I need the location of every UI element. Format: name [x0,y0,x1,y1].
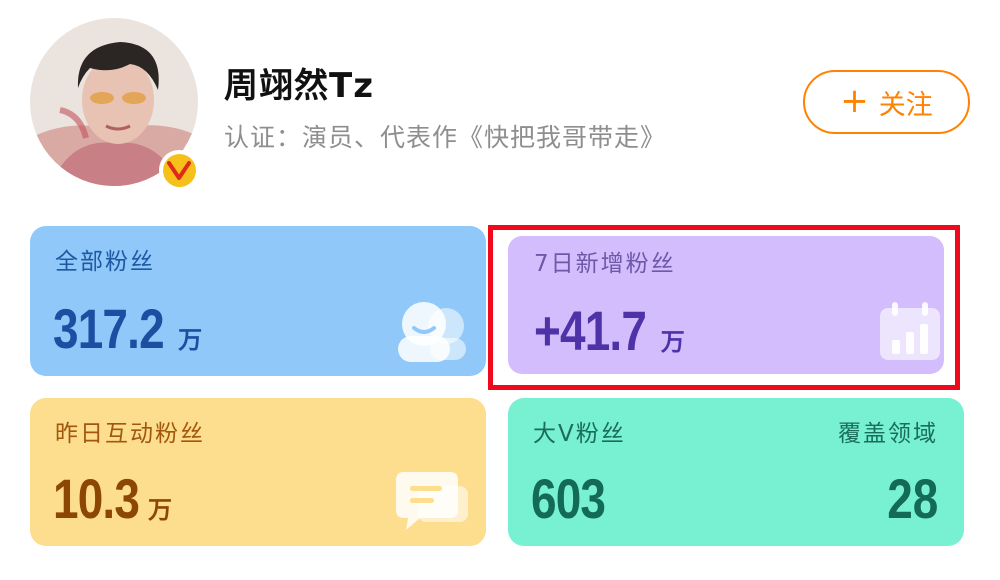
follow-button[interactable]: + 关注 [803,70,970,134]
verified-v-icon [162,153,196,187]
all-fans-unit: 万 [178,327,203,354]
coverage-label: 覆盖领域 [838,421,938,447]
highlight-frame [488,225,960,390]
verified-badge [159,150,199,190]
big-v-fans-label: 大V粉丝 [533,421,626,447]
yesterday-interactive-fans-card[interactable]: 昨日互动粉丝 10.3 万 [30,398,486,546]
fan-analytics-page: 周翊然Tz 认证：演员、代表作《快把我哥带走》 + 关注 全部粉丝 317.2 万… [0,0,1000,580]
follow-button-label: 关注 [878,89,933,121]
big-v-fans-card[interactable]: 大V粉丝 603 覆盖领域 28 [508,398,964,546]
yesterday-interactive-fans-label: 昨日互动粉丝 [55,421,205,447]
fans-group-icon [394,300,468,368]
profile-name: 周翊然Tz [224,66,374,106]
all-fans-value: 317.2 万 [53,296,202,361]
big-v-fans-number: 603 [531,467,606,530]
yesterday-interactive-fans-number: 10.3 [53,467,140,530]
yesterday-interactive-fans-unit: 万 [148,497,172,524]
plus-icon: + [840,81,869,121]
all-fans-label: 全部粉丝 [55,249,155,275]
all-fans-number: 317.2 [53,297,165,360]
coverage-number: 28 [886,467,938,530]
big-v-fans-value: 603 [531,466,621,531]
yesterday-interactive-fans-value: 10.3 万 [53,466,172,531]
coverage-value: 28 [876,466,938,531]
profile-certification: 认证：演员、代表作《快把我哥带走》 [224,123,667,152]
all-fans-card[interactable]: 全部粉丝 317.2 万 [30,226,486,376]
chat-bubble-icon [394,470,470,536]
